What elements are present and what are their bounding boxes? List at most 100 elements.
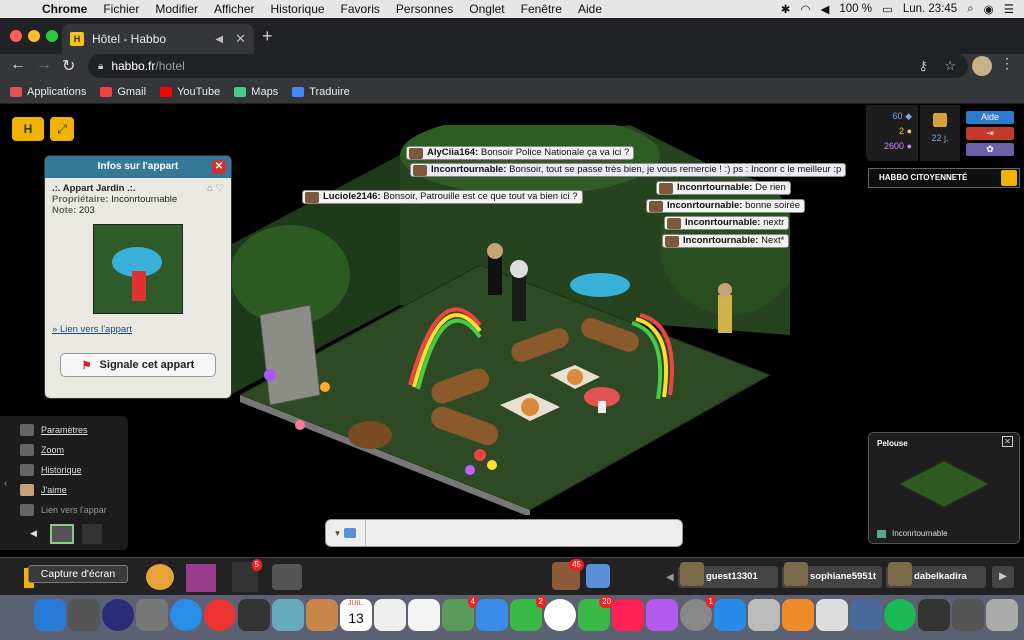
menu-settings[interactable]: Paramètres	[20, 424, 88, 436]
club-panel[interactable]: 22 j.	[920, 105, 960, 161]
photos-app-icon[interactable]	[544, 599, 576, 631]
habbo-game-viewport[interactable]: H ⤢ AlyCiia164: Bonsoir Police Nationale…	[0, 105, 1024, 595]
report-room-button[interactable]: ⚑ Signale cet appart	[60, 353, 216, 377]
search-friends-icon[interactable]	[586, 564, 610, 588]
window-minimize-button[interactable]	[28, 30, 40, 42]
tab-habbo[interactable]: H Hôtel - Habbo ◀︎ ✕	[62, 24, 254, 54]
menu-afficher[interactable]: Afficher	[206, 2, 262, 16]
music-icon[interactable]	[612, 599, 644, 631]
facetime-icon[interactable]: 20	[578, 596, 614, 631]
menu-personnes[interactable]: Personnes	[388, 2, 461, 16]
prev-arrow-icon[interactable]: ◀	[30, 528, 37, 539]
notes-icon[interactable]	[374, 599, 406, 631]
spotlight-icon[interactable]: ⌕	[967, 3, 973, 16]
window-close-button[interactable]	[10, 30, 22, 42]
close-icon[interactable]: ✕	[212, 160, 226, 174]
chat-input-bar[interactable]: ▾	[325, 519, 683, 547]
navigator-icon[interactable]	[146, 564, 174, 590]
menu-favoris[interactable]: Favoris	[333, 2, 388, 16]
clock[interactable]: Lun. 23:45	[903, 3, 957, 15]
habbo-home-button[interactable]: H	[12, 117, 44, 141]
bookmark-gmail[interactable]: Gmail	[100, 86, 146, 98]
photos-icon[interactable]	[476, 599, 508, 631]
friends-prev-icon[interactable]: ◀	[666, 572, 674, 583]
bookmark-traduire[interactable]: Traduire	[292, 86, 350, 98]
chrome-icon[interactable]	[204, 599, 236, 631]
chat-bubble[interactable]: Luciole2146: Bonsoir, Patrouille est ce …	[302, 190, 583, 204]
system-preferences-icon[interactable]: 1	[680, 596, 716, 631]
downloads-stack-icon[interactable]	[816, 599, 848, 631]
menu-aide[interactable]: Aide	[570, 2, 610, 16]
settings-gear-icon[interactable]: ✿	[966, 143, 1014, 156]
trash-icon[interactable]	[986, 599, 1018, 631]
collapse-chevron-icon[interactable]: ‹	[4, 478, 7, 488]
camera-icon[interactable]	[272, 564, 302, 590]
menu-zoom[interactable]: Zoom	[20, 444, 64, 456]
messages-icon[interactable]: 2	[510, 596, 546, 631]
maps-icon[interactable]: 4	[442, 596, 478, 631]
folder-icon[interactable]	[918, 599, 950, 631]
avatar-player[interactable]	[512, 275, 526, 321]
citizenship-button[interactable]: HABBO CITOYENNETÉ	[868, 168, 1020, 188]
chat-bubble[interactable]: Inconrtournable: Next*	[662, 234, 790, 248]
preview-icon[interactable]	[272, 599, 304, 631]
chat-bubble[interactable]: Inconrtournable: Bonsoir, tout se passe …	[410, 163, 847, 177]
chat-bubble[interactable]: Inconrtournable: bonne soirée	[646, 199, 806, 213]
owner-name[interactable]: Inconrtournable	[111, 194, 177, 205]
inventory-icon[interactable]: 5	[232, 559, 262, 592]
help-button[interactable]: Aide	[966, 111, 1014, 124]
menu-like[interactable]: J'aime	[20, 484, 67, 496]
logout-icon[interactable]: ⇥	[966, 127, 1014, 140]
finder-icon[interactable]	[34, 599, 66, 631]
key-icon[interactable]: ⚷	[918, 58, 928, 74]
bluetooth-icon[interactable]: ✱	[781, 2, 791, 16]
siri-icon[interactable]	[102, 599, 134, 631]
bookmark-maps[interactable]: Maps	[234, 86, 278, 98]
chat-style-selector[interactable]: ▾	[326, 520, 366, 546]
volume-icon[interactable]: ◀	[820, 2, 829, 16]
fountain[interactable]	[570, 273, 630, 297]
chat-bubble[interactable]: AlyCiia164: Bonsoir Police Nationale ça …	[406, 146, 635, 160]
podcasts-icon[interactable]	[646, 599, 678, 631]
menu-fichier[interactable]: Fichier	[95, 2, 147, 16]
friend-slot[interactable]: dabelkadira	[886, 562, 986, 588]
books-icon[interactable]	[782, 599, 814, 631]
app-store-icon[interactable]	[714, 599, 746, 631]
barrel[interactable]	[348, 421, 392, 449]
chat-bubble[interactable]: Inconrtournable: nextr	[664, 216, 790, 230]
reload-icon[interactable]: ↻	[62, 56, 75, 76]
spotify-icon[interactable]	[884, 599, 916, 631]
room-link[interactable]: » Lien vers l'appart	[52, 324, 224, 335]
launchpad-icon[interactable]	[136, 599, 168, 631]
next-arrow-icon[interactable]	[82, 524, 102, 544]
menu-app-name[interactable]: Chrome	[34, 2, 95, 16]
address-bar[interactable]: 🔒︎ habbo.fr/hotel ⚷ ☆	[88, 54, 968, 78]
forward-icon[interactable]: →	[36, 56, 52, 74]
bookmark-star-icon[interactable]: ☆	[944, 58, 956, 74]
calendar-icon[interactable]: JUIL. 13	[340, 599, 372, 631]
friend-slot[interactable]: sophiane5951t	[782, 562, 882, 588]
friends-next-icon[interactable]: ▶	[992, 566, 1014, 588]
menu-onglet[interactable]: Onglet	[461, 2, 512, 16]
friends-icon[interactable]: 45	[552, 559, 584, 590]
image-stack-icon[interactable]	[850, 599, 882, 631]
bookmark-applications[interactable]: Applications	[10, 86, 86, 98]
battery-icon[interactable]: ▭	[882, 2, 893, 16]
back-icon[interactable]: ←	[10, 56, 26, 74]
menu-modifier[interactable]: Modifier	[147, 2, 206, 16]
tab-audio-icon[interactable]: ◀︎	[215, 34, 223, 45]
close-icon[interactable]: ✕	[1002, 436, 1013, 447]
furni-owner[interactable]: Inconrtournable	[877, 529, 948, 538]
menu-fenetre[interactable]: Fenêtre	[513, 2, 570, 16]
documents-icon[interactable]	[952, 599, 984, 631]
terminal-icon[interactable]	[238, 599, 270, 631]
avatar-police[interactable]	[488, 255, 502, 295]
menu-history[interactable]: Historique	[20, 464, 82, 476]
currency-panel[interactable]: 60 ◆ 2 ● 2600 ●	[866, 105, 918, 161]
bookmark-youtube[interactable]: YouTube	[160, 86, 220, 98]
catalog-icon[interactable]	[186, 564, 216, 592]
profile-avatar[interactable]	[972, 56, 992, 76]
disk-utility-icon[interactable]	[748, 599, 780, 631]
room-history-thumb[interactable]	[50, 524, 74, 544]
contacts-icon[interactable]	[306, 599, 338, 631]
